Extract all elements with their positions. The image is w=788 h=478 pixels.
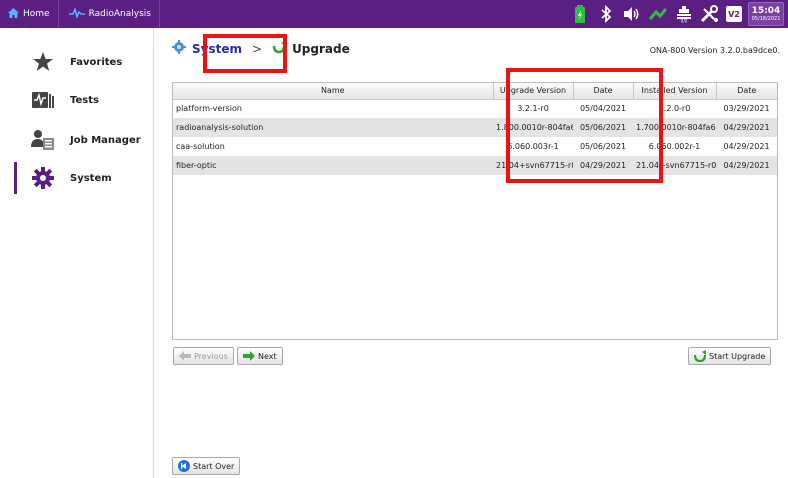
start-upgrade-button[interactable]: Start Upgrade — [688, 347, 772, 365]
speaker-icon[interactable] — [622, 4, 642, 24]
cell-installed-version: 3.2.0-r0 — [658, 104, 691, 114]
cell-date: 05/04/2021 — [579, 104, 627, 114]
cell-installed-version: 6.060.002r-1 — [648, 142, 701, 151]
sidebar-item-job-manager[interactable]: Job Manager — [14, 120, 154, 160]
sidebar: Favorites Tests Job Manager System — [14, 28, 154, 478]
cell-date: 04/29/2021 — [723, 142, 770, 151]
sidebar-item-system[interactable]: System — [14, 158, 154, 198]
svg-text:0/0: 0/0 — [681, 19, 688, 24]
bluetooth-icon[interactable] — [596, 4, 616, 24]
cell-date: 05/06/2021 — [579, 142, 627, 151]
pulse-icon — [68, 5, 85, 21]
usb-icon[interactable]: 0/0 — [674, 4, 694, 24]
v2-badge[interactable]: V2 — [726, 6, 742, 22]
column-header-installed-version[interactable]: Installed Version — [633, 83, 717, 100]
cell-upgrade-version: 3.2.1-r0 — [517, 104, 549, 114]
table-row[interactable]: caa-solution 6.060.003r-1 05/06/2021 6.0… — [173, 137, 777, 156]
tests-icon — [30, 87, 56, 113]
upgrade-table: Name Upgrade Version Date Installed Vers… — [172, 82, 778, 340]
upgrade-arrow-icon — [694, 350, 706, 362]
clock-time: 15:04 — [751, 5, 781, 16]
table-header: Name Upgrade Version Date Installed Vers… — [173, 83, 777, 100]
start-over-icon — [178, 460, 190, 472]
active-indicator — [14, 162, 17, 194]
battery-icon[interactable] — [570, 4, 590, 24]
sidebar-item-label: Tests — [70, 94, 99, 106]
table-row[interactable]: radioanalysis-solution 1.800.0010r-804fa… — [173, 118, 777, 137]
tools-icon[interactable] — [700, 4, 720, 24]
start-over-label: Start Over — [193, 461, 235, 471]
cell-installed-version: 1.700.0010r-804fa66 — [633, 118, 716, 137]
page-title: Upgrade — [292, 41, 350, 56]
cell-upgrade-version: 21.04+svn67715-r0 — [493, 156, 573, 175]
next-label: Next — [258, 351, 277, 361]
network-icon[interactable] — [648, 4, 668, 24]
cell-upgrade-version: 1.800.0010r-804fa66 — [493, 118, 573, 137]
column-header-date[interactable]: Date — [573, 83, 634, 100]
cell-name: fiber-optic — [173, 156, 493, 175]
table-row[interactable]: fiber-optic 21.04+svn67715-r0 04/29/2021… — [173, 156, 777, 175]
arrow-left-icon — [179, 350, 191, 362]
cell-date: 04/29/2021 — [573, 156, 633, 175]
clock-date: 05/18/2021 — [751, 15, 781, 22]
cell-date: 04/29/2021 — [716, 118, 777, 137]
arrow-right-icon — [243, 350, 255, 362]
column-header-name[interactable]: Name — [173, 83, 494, 100]
app-label: RadioAnalysis — [88, 9, 151, 19]
cell-upgrade-version: 6.060.003r-1 — [507, 142, 559, 151]
job-manager-icon — [30, 127, 56, 153]
column-header-date[interactable]: Date — [716, 83, 777, 100]
cell-installed-version: 21.04+svn67715-r0 — [633, 156, 716, 175]
sidebar-item-label: System — [70, 172, 112, 184]
column-header-upgrade-version[interactable]: Upgrade Version — [493, 83, 574, 100]
cell-name: platform-version — [176, 104, 242, 114]
breadcrumb-separator: > — [252, 41, 263, 56]
top-bar: Home RadioAnalysis 0/0 V2 15:04 05/18/20… — [0, 0, 788, 28]
upgrade-arrow-icon — [272, 40, 287, 57]
sidebar-item-label: Job Manager — [70, 134, 141, 146]
cell-date: 05/06/2021 — [573, 118, 633, 137]
version-text: ONA-800 Version 3.2.0.ba9dce0. — [649, 46, 780, 55]
cell-name: radioanalysis-solution — [173, 118, 493, 137]
previous-button[interactable]: Previous — [173, 347, 234, 365]
sidebar-item-tests[interactable]: Tests — [14, 80, 154, 120]
star-icon — [30, 49, 56, 75]
radioanalysis-button[interactable]: RadioAnalysis — [59, 0, 159, 28]
breadcrumb-system-link[interactable]: System — [192, 42, 242, 56]
home-icon — [8, 7, 19, 21]
home-button[interactable]: Home — [0, 0, 58, 28]
sidebar-item-label: Favorites — [70, 56, 123, 68]
next-button[interactable]: Next — [237, 347, 283, 365]
breadcrumb: System > Upgrade — [172, 40, 350, 57]
cell-name: caa-solution — [176, 142, 225, 151]
left-edge — [0, 28, 14, 478]
table-row[interactable]: platform-version 3.2.1-r0 05/04/2021 3.2… — [173, 99, 777, 118]
divider — [158, 0, 160, 28]
start-upgrade-label: Start Upgrade — [709, 351, 766, 361]
cell-date: 04/29/2021 — [716, 156, 777, 175]
system-gear-icon — [172, 40, 186, 57]
cell-date: 03/29/2021 — [723, 104, 770, 114]
home-label: Home — [23, 9, 50, 19]
previous-label: Previous — [194, 351, 228, 361]
sidebar-item-favorites[interactable]: Favorites — [14, 42, 154, 82]
gear-icon — [30, 165, 56, 191]
start-over-button[interactable]: Start Over — [172, 457, 241, 475]
clock[interactable]: 15:04 05/18/2021 — [748, 2, 784, 26]
